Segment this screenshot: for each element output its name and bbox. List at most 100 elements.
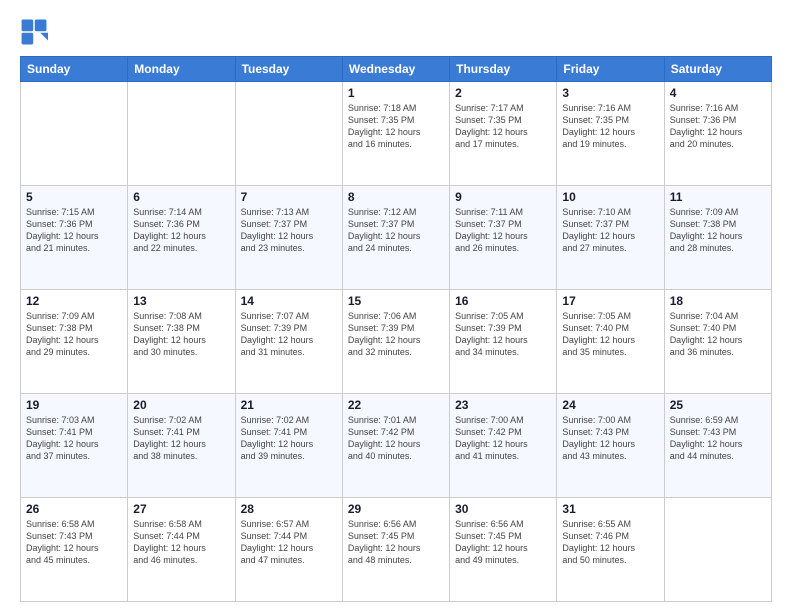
day-info: Sunrise: 7:02 AM Sunset: 7:41 PM Dayligh…: [133, 414, 229, 463]
day-number: 13: [133, 294, 229, 308]
day-number: 23: [455, 398, 551, 412]
calendar-cell: 28 Sunrise: 6:57 AM Sunset: 7:44 PM Dayli…: [235, 498, 342, 602]
day-number: 8: [348, 190, 444, 204]
day-number: 11: [670, 190, 766, 204]
day-number: 22: [348, 398, 444, 412]
calendar-cell: 12 Sunrise: 7:09 AM Sunset: 7:38 PM Dayli…: [21, 290, 128, 394]
day-info: Sunrise: 7:05 AM Sunset: 7:39 PM Dayligh…: [455, 310, 551, 359]
day-number: 5: [26, 190, 122, 204]
day-number: 27: [133, 502, 229, 516]
day-number: 1: [348, 86, 444, 100]
day-number: 3: [562, 86, 658, 100]
day-info: Sunrise: 6:58 AM Sunset: 7:44 PM Dayligh…: [133, 518, 229, 567]
day-info: Sunrise: 7:16 AM Sunset: 7:35 PM Dayligh…: [562, 102, 658, 151]
page: SundayMondayTuesdayWednesdayThursdayFrid…: [0, 0, 792, 612]
calendar-cell: 26 Sunrise: 6:58 AM Sunset: 7:43 PM Dayli…: [21, 498, 128, 602]
day-info: Sunrise: 7:16 AM Sunset: 7:36 PM Dayligh…: [670, 102, 766, 151]
calendar-week-row: 5 Sunrise: 7:15 AM Sunset: 7:36 PM Daylig…: [21, 186, 772, 290]
day-info: Sunrise: 6:57 AM Sunset: 7:44 PM Dayligh…: [241, 518, 337, 567]
day-number: 15: [348, 294, 444, 308]
calendar-cell: 2 Sunrise: 7:17 AM Sunset: 7:35 PM Daylig…: [450, 82, 557, 186]
day-info: Sunrise: 7:12 AM Sunset: 7:37 PM Dayligh…: [348, 206, 444, 255]
calendar-cell: [21, 82, 128, 186]
day-number: 31: [562, 502, 658, 516]
day-number: 16: [455, 294, 551, 308]
calendar-cell: 16 Sunrise: 7:05 AM Sunset: 7:39 PM Dayli…: [450, 290, 557, 394]
day-number: 21: [241, 398, 337, 412]
calendar-cell: 17 Sunrise: 7:05 AM Sunset: 7:40 PM Dayli…: [557, 290, 664, 394]
day-number: 25: [670, 398, 766, 412]
day-number: 18: [670, 294, 766, 308]
day-info: Sunrise: 6:56 AM Sunset: 7:45 PM Dayligh…: [455, 518, 551, 567]
day-info: Sunrise: 7:00 AM Sunset: 7:43 PM Dayligh…: [562, 414, 658, 463]
day-number: 30: [455, 502, 551, 516]
calendar-cell: 8 Sunrise: 7:12 AM Sunset: 7:37 PM Daylig…: [342, 186, 449, 290]
day-number: 2: [455, 86, 551, 100]
calendar-week-row: 19 Sunrise: 7:03 AM Sunset: 7:41 PM Dayli…: [21, 394, 772, 498]
day-number: 7: [241, 190, 337, 204]
day-info: Sunrise: 7:17 AM Sunset: 7:35 PM Dayligh…: [455, 102, 551, 151]
calendar-cell: 6 Sunrise: 7:14 AM Sunset: 7:36 PM Daylig…: [128, 186, 235, 290]
calendar-cell: [128, 82, 235, 186]
day-info: Sunrise: 7:05 AM Sunset: 7:40 PM Dayligh…: [562, 310, 658, 359]
day-number: 12: [26, 294, 122, 308]
header: [20, 18, 772, 46]
calendar-cell: 14Sunrise: 7:07 AM Sunset: 7:39 PM Dayli…: [235, 290, 342, 394]
calendar-cell: 27 Sunrise: 6:58 AM Sunset: 7:44 PM Dayli…: [128, 498, 235, 602]
day-number: 29: [348, 502, 444, 516]
calendar-cell: 21 Sunrise: 7:02 AM Sunset: 7:41 PM Dayli…: [235, 394, 342, 498]
calendar-cell: 10 Sunrise: 7:10 AM Sunset: 7:37 PM Dayli…: [557, 186, 664, 290]
calendar-cell: 11 Sunrise: 7:09 AM Sunset: 7:38 PM Dayli…: [664, 186, 771, 290]
day-info: Sunrise: 7:02 AM Sunset: 7:41 PM Dayligh…: [241, 414, 337, 463]
day-info: Sunrise: 6:59 AM Sunset: 7:43 PM Dayligh…: [670, 414, 766, 463]
day-info: Sunrise: 7:11 AM Sunset: 7:37 PM Dayligh…: [455, 206, 551, 255]
calendar-cell: 23 Sunrise: 7:00 AM Sunset: 7:42 PM Dayli…: [450, 394, 557, 498]
calendar-week-row: 26 Sunrise: 6:58 AM Sunset: 7:43 PM Dayli…: [21, 498, 772, 602]
calendar-week-row: 12 Sunrise: 7:09 AM Sunset: 7:38 PM Dayli…: [21, 290, 772, 394]
day-number: 4: [670, 86, 766, 100]
day-info: Sunrise: 7:09 AM Sunset: 7:38 PM Dayligh…: [26, 310, 122, 359]
day-number: 28: [241, 502, 337, 516]
calendar-cell: 19 Sunrise: 7:03 AM Sunset: 7:41 PM Dayli…: [21, 394, 128, 498]
calendar-cell: 20 Sunrise: 7:02 AM Sunset: 7:41 PM Dayli…: [128, 394, 235, 498]
day-info: Sunrise: 7:01 AM Sunset: 7:42 PM Dayligh…: [348, 414, 444, 463]
day-info: Sunrise: 7:03 AM Sunset: 7:41 PM Dayligh…: [26, 414, 122, 463]
day-number: 19: [26, 398, 122, 412]
logo-icon: [20, 18, 48, 46]
day-info: Sunrise: 7:10 AM Sunset: 7:37 PM Dayligh…: [562, 206, 658, 255]
calendar-cell: 5 Sunrise: 7:15 AM Sunset: 7:36 PM Daylig…: [21, 186, 128, 290]
day-info: Sunrise: 6:56 AM Sunset: 7:45 PM Dayligh…: [348, 518, 444, 567]
weekday-header: Thursday: [450, 57, 557, 82]
day-number: 20: [133, 398, 229, 412]
day-info: Sunrise: 7:18 AM Sunset: 7:35 PM Dayligh…: [348, 102, 444, 151]
calendar-cell: 1 Sunrise: 7:18 AM Sunset: 7:35 PM Daylig…: [342, 82, 449, 186]
calendar-cell: 7Sunrise: 7:13 AM Sunset: 7:37 PM Daylig…: [235, 186, 342, 290]
calendar-cell: 22 Sunrise: 7:01 AM Sunset: 7:42 PM Dayli…: [342, 394, 449, 498]
calendar-cell: [235, 82, 342, 186]
day-info: Sunrise: 7:00 AM Sunset: 7:42 PM Dayligh…: [455, 414, 551, 463]
calendar-cell: 31 Sunrise: 6:55 AM Sunset: 7:46 PM Dayli…: [557, 498, 664, 602]
day-number: 26: [26, 502, 122, 516]
calendar-cell: 29 Sunrise: 6:56 AM Sunset: 7:45 PM Dayli…: [342, 498, 449, 602]
day-info: Sunrise: 7:15 AM Sunset: 7:36 PM Dayligh…: [26, 206, 122, 255]
day-info: Sunrise: 7:08 AM Sunset: 7:38 PM Dayligh…: [133, 310, 229, 359]
weekday-header: Tuesday: [235, 57, 342, 82]
day-info: Sunrise: 6:58 AM Sunset: 7:43 PM Dayligh…: [26, 518, 122, 567]
day-number: 6: [133, 190, 229, 204]
calendar-week-row: 1 Sunrise: 7:18 AM Sunset: 7:35 PM Daylig…: [21, 82, 772, 186]
day-info: Sunrise: 7:09 AM Sunset: 7:38 PM Dayligh…: [670, 206, 766, 255]
weekday-header: Friday: [557, 57, 664, 82]
day-number: 17: [562, 294, 658, 308]
day-info: Sunrise: 6:55 AM Sunset: 7:46 PM Dayligh…: [562, 518, 658, 567]
day-info: Sunrise: 7:14 AM Sunset: 7:36 PM Dayligh…: [133, 206, 229, 255]
weekday-header: Monday: [128, 57, 235, 82]
day-number: 24: [562, 398, 658, 412]
calendar-cell: 24 Sunrise: 7:00 AM Sunset: 7:43 PM Dayli…: [557, 394, 664, 498]
calendar-cell: 13 Sunrise: 7:08 AM Sunset: 7:38 PM Dayli…: [128, 290, 235, 394]
day-info: Sunrise: 7:04 AM Sunset: 7:40 PM Dayligh…: [670, 310, 766, 359]
calendar-header-row: SundayMondayTuesdayWednesdayThursdayFrid…: [21, 57, 772, 82]
weekday-header: Sunday: [21, 57, 128, 82]
day-number: 10: [562, 190, 658, 204]
calendar-cell: 30 Sunrise: 6:56 AM Sunset: 7:45 PM Dayli…: [450, 498, 557, 602]
day-info: Sunrise: 7:06 AM Sunset: 7:39 PM Dayligh…: [348, 310, 444, 359]
